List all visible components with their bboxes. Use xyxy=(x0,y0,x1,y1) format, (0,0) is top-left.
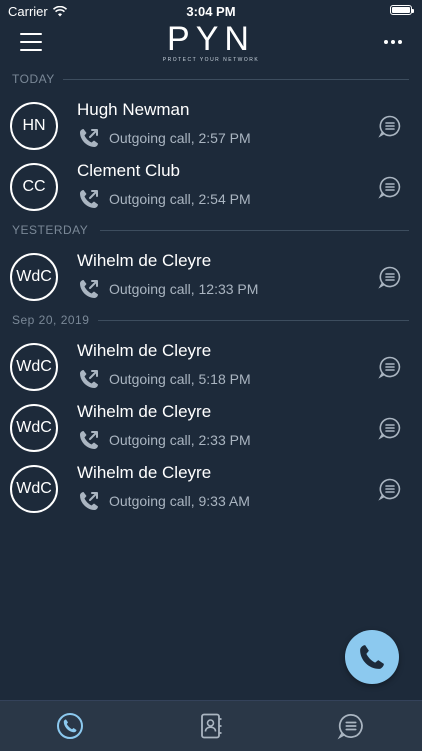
call-detail-text: Outgoing call, 12:33 PM xyxy=(109,281,259,297)
message-icon[interactable] xyxy=(378,477,402,501)
avatar: CC xyxy=(10,163,58,211)
message-icon[interactable] xyxy=(378,114,402,138)
call-detail: Outgoing call, 2:33 PM xyxy=(77,428,251,452)
call-detail: Outgoing call, 5:18 PM xyxy=(77,367,251,391)
avatar: WdC xyxy=(10,253,58,301)
call-row[interactable]: WdC Wihelm de Cleyre Outgoing call, 2:33… xyxy=(0,400,422,460)
section-header-date: Sep 20, 2019 xyxy=(0,312,422,328)
section-divider xyxy=(62,79,409,80)
tab-bar xyxy=(0,700,422,751)
call-detail: Outgoing call, 12:33 PM xyxy=(77,277,258,301)
section-header-today: TODAY xyxy=(0,71,422,87)
call-row[interactable]: HN Hugh Newman Outgoing call, 2:57 PM xyxy=(0,98,422,158)
message-icon[interactable] xyxy=(378,416,402,440)
outgoing-call-icon xyxy=(77,367,101,391)
status-bar: Carrier 3:04 PM xyxy=(0,0,422,22)
call-row[interactable]: WdC Wihelm de Cleyre Outgoing call, 5:18… xyxy=(0,339,422,399)
message-icon[interactable] xyxy=(378,175,402,199)
avatar: WdC xyxy=(10,465,58,513)
call-row[interactable]: WdC Wihelm de Cleyre Outgoing call, 12:3… xyxy=(0,249,422,309)
section-header-yesterday: YESTERDAY xyxy=(0,222,422,238)
new-call-button[interactable] xyxy=(345,630,399,684)
call-detail-text: Outgoing call, 9:33 AM xyxy=(109,493,250,509)
call-detail-text: Outgoing call, 2:54 PM xyxy=(109,191,251,207)
section-label: Sep 20, 2019 xyxy=(12,312,98,328)
logo-tagline: PROTECT YOUR NETWORK xyxy=(162,57,260,63)
outgoing-call-icon xyxy=(77,489,101,513)
contact-name: Wihelm de Cleyre xyxy=(77,463,212,482)
contact-name: Wihelm de Cleyre xyxy=(77,341,212,360)
battery-icon xyxy=(390,5,414,15)
message-icon[interactable] xyxy=(378,355,402,379)
outgoing-call-icon xyxy=(77,428,101,452)
app-logo: PYN PROTECT YOUR NETWORK xyxy=(0,22,422,63)
contact-name: Wihelm de Cleyre xyxy=(77,402,212,421)
tab-messages[interactable] xyxy=(336,711,366,741)
contact-name: Hugh Newman xyxy=(77,100,190,119)
messages-icon xyxy=(337,714,363,740)
nav-bar: PYN PROTECT YOUR NETWORK xyxy=(0,22,422,66)
avatar: HN xyxy=(10,102,58,150)
call-row[interactable]: CC Clement Club Outgoing call, 2:54 PM xyxy=(0,159,422,219)
phone-icon xyxy=(57,713,83,739)
outgoing-call-icon xyxy=(77,126,101,150)
phone-icon xyxy=(360,645,384,669)
message-icon[interactable] xyxy=(378,265,402,289)
outgoing-call-icon xyxy=(77,187,101,211)
call-detail-text: Outgoing call, 5:18 PM xyxy=(109,371,251,387)
section-label: YESTERDAY xyxy=(12,222,97,238)
more-options-icon[interactable] xyxy=(384,40,402,44)
contacts-icon xyxy=(201,713,222,739)
call-row[interactable]: WdC Wihelm de Cleyre Outgoing call, 9:33… xyxy=(0,461,422,521)
call-detail-text: Outgoing call, 2:57 PM xyxy=(109,130,251,146)
logo-text: PYN xyxy=(167,20,255,58)
status-time: 3:04 PM xyxy=(186,4,236,19)
call-detail: Outgoing call, 9:33 AM xyxy=(77,489,250,513)
avatar: WdC xyxy=(10,404,58,452)
contact-name: Wihelm de Cleyre xyxy=(77,251,212,270)
contact-name: Clement Club xyxy=(77,161,180,180)
section-label: TODAY xyxy=(12,71,63,87)
avatar: WdC xyxy=(10,343,58,391)
tab-contacts[interactable] xyxy=(196,711,226,741)
call-detail: Outgoing call, 2:54 PM xyxy=(77,187,251,211)
section-divider xyxy=(100,230,409,231)
outgoing-call-icon xyxy=(77,277,101,301)
tab-calls[interactable] xyxy=(55,711,85,741)
call-detail: Outgoing call, 2:57 PM xyxy=(77,126,251,150)
section-divider xyxy=(98,320,409,321)
call-detail-text: Outgoing call, 2:33 PM xyxy=(109,432,251,448)
